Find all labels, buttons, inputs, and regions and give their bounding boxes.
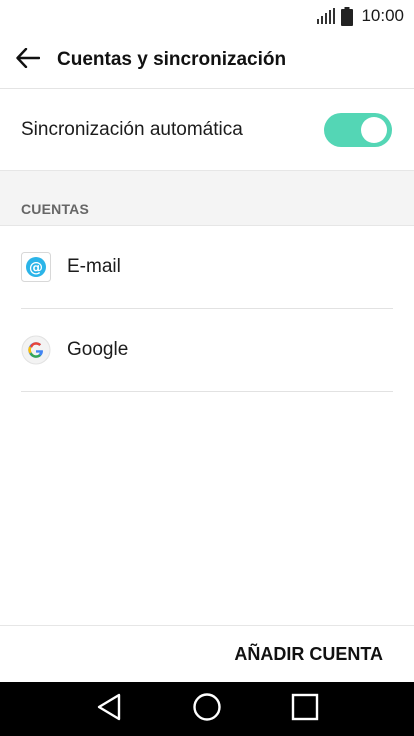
nav-recents-icon xyxy=(291,693,319,726)
bottom-action-bar: AÑADIR CUENTA xyxy=(0,625,414,682)
accounts-section-header: CUENTAS xyxy=(0,170,414,226)
google-g-icon xyxy=(21,335,51,365)
account-label: Google xyxy=(67,339,129,360)
account-list: @ E-mail Google xyxy=(0,226,414,392)
nav-back-button[interactable] xyxy=(89,689,129,729)
email-at-icon: @ xyxy=(21,252,51,282)
battery-icon xyxy=(341,6,354,26)
add-account-button[interactable]: AÑADIR CUENTA xyxy=(234,626,383,683)
nav-home-button[interactable] xyxy=(187,689,227,729)
account-item-email[interactable]: @ E-mail xyxy=(21,226,393,309)
svg-text:@: @ xyxy=(29,260,43,276)
auto-sync-row[interactable]: Sincronización automática xyxy=(0,89,414,170)
status-clock: 10:00 xyxy=(361,6,404,25)
page-title: Cuentas y sincronización xyxy=(57,49,287,70)
nav-home-icon xyxy=(192,692,222,727)
signal-icon xyxy=(317,8,336,24)
toggle-knob xyxy=(361,116,387,143)
navigation-bar xyxy=(0,682,414,736)
arrow-left-icon xyxy=(16,47,41,73)
auto-sync-label: Sincronización automática xyxy=(21,118,243,140)
app-bar: Cuentas y sincronización xyxy=(0,32,414,89)
account-item-google[interactable]: Google xyxy=(21,309,393,392)
nav-back-icon xyxy=(96,693,122,726)
screen: 10:00 Cuentas y sincronización Sincroniz… xyxy=(0,0,414,736)
auto-sync-toggle[interactable] xyxy=(324,112,392,147)
back-button[interactable] xyxy=(0,32,56,88)
status-bar: 10:00 xyxy=(0,0,414,32)
nav-recents-button[interactable] xyxy=(285,689,325,729)
section-title: CUENTAS xyxy=(21,201,90,217)
account-label: E-mail xyxy=(67,256,121,277)
